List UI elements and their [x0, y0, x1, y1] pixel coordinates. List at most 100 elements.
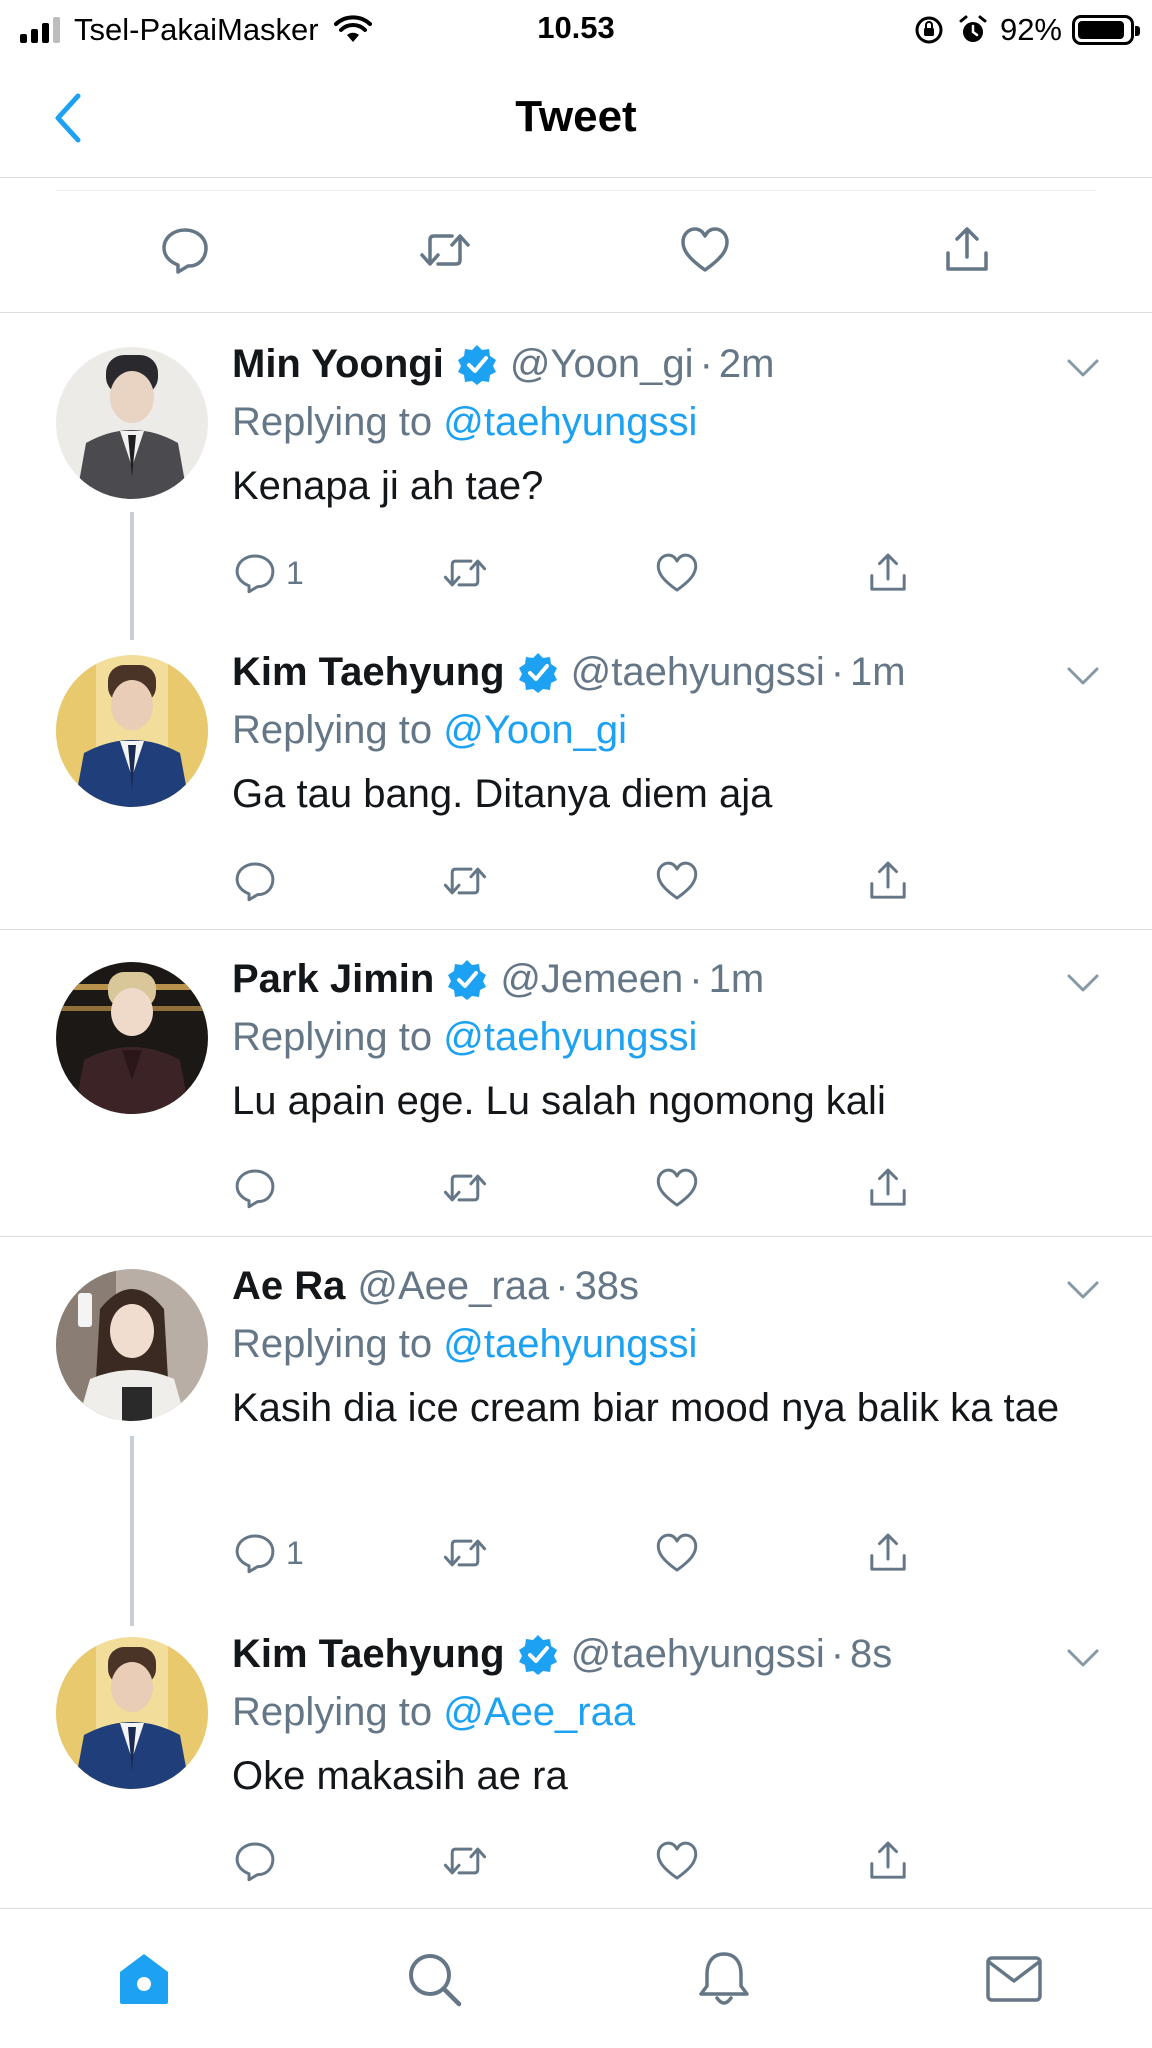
messages-icon: [986, 1956, 1042, 2002]
retweet-icon: [442, 858, 488, 904]
reply-button[interactable]: [232, 1833, 286, 1889]
author-handle: @Jemeen: [500, 957, 684, 1001]
replying-to: Replying to @Yoon_gi: [232, 705, 1112, 755]
chevron-down-icon[interactable]: [1066, 1279, 1100, 1301]
author-name[interactable]: Park Jimin: [232, 954, 434, 1004]
mention-link[interactable]: @taehyungssi: [443, 1322, 697, 1366]
reply-icon: [158, 223, 212, 277]
timestamp: 8s: [850, 1632, 893, 1676]
chevron-down-icon[interactable]: [1066, 357, 1100, 379]
retweet-button[interactable]: [442, 545, 488, 601]
verified-badge-icon: [517, 1633, 559, 1675]
share-button[interactable]: [865, 1833, 911, 1889]
nav-bar: Tweet: [0, 62, 1152, 178]
share-button[interactable]: [865, 1160, 911, 1216]
main-like-button[interactable]: [675, 220, 735, 280]
tweet-body: Kim Taehyung @taehyungssi · 1m Replying …: [232, 647, 1112, 823]
author-name[interactable]: Kim Taehyung: [232, 1629, 505, 1679]
reply-tweet[interactable]: Min Yoongi @Yoon_gi · 2m Replying to @ta…: [0, 313, 1152, 623]
share-button[interactable]: [865, 545, 911, 601]
notifications-icon: [699, 1952, 749, 2005]
avatar-image: [56, 347, 208, 499]
retweet-button[interactable]: [442, 853, 488, 909]
tweet-header: Park Jimin @Jemeen · 1m: [232, 954, 1112, 1004]
status-right: 92%: [912, 10, 1140, 50]
retweet-button[interactable]: [442, 1525, 488, 1581]
tweet-text: Ga tau bang. Ditanya diem aja: [232, 772, 773, 816]
replying-label: Replying to: [232, 400, 433, 444]
like-icon: [654, 1530, 700, 1576]
tab-bar: [0, 1908, 1152, 2048]
battery-percent: 92%: [999, 12, 1062, 47]
separator-dot: ·: [699, 342, 713, 386]
main-share-button[interactable]: [937, 220, 997, 280]
replying-label: Replying to: [232, 1690, 433, 1734]
divider: [56, 190, 1096, 191]
reply-button[interactable]: 1: [232, 545, 304, 601]
chevron-down-icon[interactable]: [1066, 972, 1100, 994]
mention-link[interactable]: @taehyungssi: [443, 1015, 697, 1059]
like-icon: [654, 550, 700, 596]
like-button[interactable]: [654, 545, 700, 601]
retweet-button[interactable]: [442, 1833, 488, 1889]
reply-button[interactable]: 1: [232, 1525, 304, 1581]
mention-link[interactable]: @taehyungssi: [443, 400, 697, 444]
timestamp: 38s: [574, 1264, 640, 1308]
avatar[interactable]: [56, 1269, 208, 1421]
verified-badge-icon: [517, 651, 559, 693]
author-name[interactable]: Ae Ra: [232, 1261, 345, 1311]
reply-tweet[interactable]: Park Jimin @Jemeen · 1m Replying to @tae…: [0, 930, 1152, 1236]
author-name[interactable]: Kim Taehyung: [232, 647, 505, 697]
share-button[interactable]: [865, 853, 911, 909]
retweet-icon: [442, 1165, 488, 1211]
reply-tweet[interactable]: Kim Taehyung @taehyungssi · 8s Replying …: [0, 1601, 1152, 1907]
tweet-text: Kenapa ji ah tae?: [232, 464, 544, 508]
tweet-actions: [232, 1833, 1112, 1889]
like-button[interactable]: [654, 853, 700, 909]
author-handle: @Yoon_gi: [509, 342, 694, 386]
tab-home[interactable]: [110, 1945, 178, 2013]
mention-link[interactable]: @Yoon_gi: [443, 708, 627, 752]
page-title: Tweet: [515, 92, 637, 141]
reply-tweet[interactable]: Kim Taehyung @taehyungssi · 1m Replying …: [0, 623, 1152, 929]
separator-dot: ·: [555, 1264, 569, 1308]
reply-icon: [232, 1165, 278, 1211]
avatar-image: [56, 962, 208, 1114]
reply-tweet[interactable]: Ae Ra @Aee_raa · 38s Replying to @taehyu…: [0, 1237, 1152, 1601]
like-button[interactable]: [654, 1833, 700, 1889]
retweet-button[interactable]: [442, 1160, 488, 1216]
share-icon: [865, 1165, 911, 1211]
tweet-text: Kasih dia ice cream biar mood nya balik …: [232, 1386, 1060, 1430]
like-button[interactable]: [654, 1525, 700, 1581]
avatar-image: [56, 1637, 208, 1789]
chevron-down-icon[interactable]: [1066, 665, 1100, 687]
tab-notifications[interactable]: [690, 1945, 758, 2013]
reply-button[interactable]: [232, 1160, 286, 1216]
tab-search[interactable]: [400, 1945, 468, 2013]
avatar[interactable]: [56, 655, 208, 807]
mention-link[interactable]: @Aee_raa: [443, 1690, 635, 1734]
tweet-header: Min Yoongi @Yoon_gi · 2m: [232, 339, 1112, 389]
avatar[interactable]: [56, 1637, 208, 1789]
reply-count: 1: [286, 554, 304, 591]
like-button[interactable]: [654, 1160, 700, 1216]
tweet-header: Kim Taehyung @taehyungssi · 8s: [232, 1629, 1112, 1679]
avatar[interactable]: [56, 962, 208, 1114]
replying-to: Replying to @taehyungssi: [232, 397, 1112, 447]
author-handle: @Aee_raa: [357, 1264, 550, 1308]
main-reply-button[interactable]: [155, 220, 215, 280]
share-icon: [865, 1838, 911, 1884]
tweet-body: Kim Taehyung @taehyungssi · 8s Replying …: [232, 1629, 1112, 1805]
tweet-body: Ae Ra @Aee_raa · 38s Replying to @taehyu…: [232, 1261, 1112, 1437]
share-button[interactable]: [865, 1525, 911, 1581]
chevron-down-icon[interactable]: [1066, 1647, 1100, 1669]
author-name[interactable]: Min Yoongi: [232, 339, 444, 389]
avatar[interactable]: [56, 347, 208, 499]
author-handle: @taehyungssi: [570, 1632, 825, 1676]
verified-badge-icon: [446, 958, 488, 1000]
tab-messages[interactable]: [980, 1945, 1048, 2013]
main-tweet-actions: [0, 178, 1152, 313]
reply-button[interactable]: [232, 853, 286, 909]
replying-to: Replying to @taehyungssi: [232, 1319, 1112, 1369]
main-retweet-button[interactable]: [415, 220, 475, 280]
